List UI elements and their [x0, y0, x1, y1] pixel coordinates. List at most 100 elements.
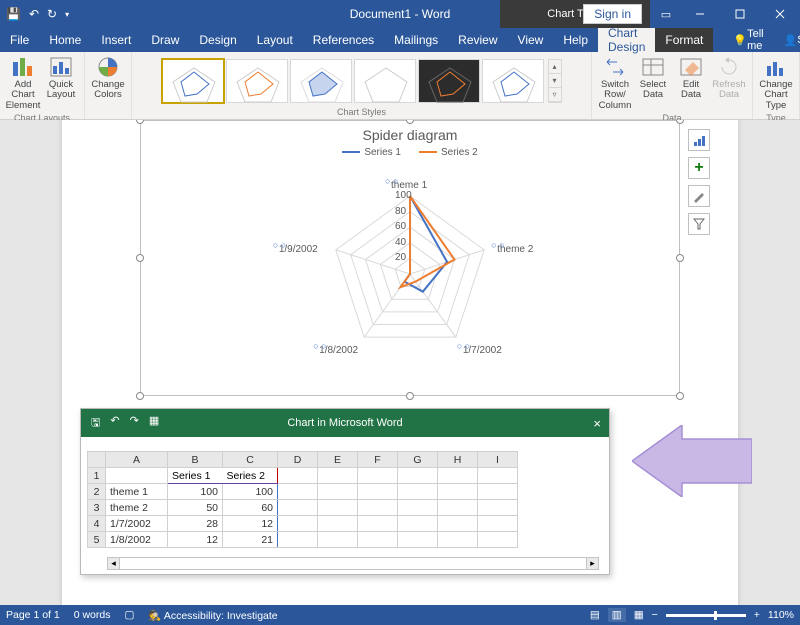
cell[interactable]: [318, 532, 358, 548]
cell[interactable]: theme 2: [106, 500, 168, 516]
zoom-slider[interactable]: [666, 614, 746, 617]
view-print-icon[interactable]: ▥: [608, 608, 626, 622]
datasheet-scrollbar[interactable]: ◂ ▸: [107, 557, 599, 570]
view-web-icon[interactable]: ▦: [634, 609, 644, 621]
datalabel-handle[interactable]: ○ ○: [385, 176, 398, 186]
cell[interactable]: 28: [168, 516, 223, 532]
chart-filter-button[interactable]: [688, 213, 710, 235]
cell[interactable]: [438, 484, 478, 500]
cell[interactable]: [278, 516, 318, 532]
chart-filters-button[interactable]: [688, 185, 710, 207]
cell[interactable]: 21: [223, 532, 278, 548]
cell[interactable]: [318, 516, 358, 532]
tab-insert[interactable]: Insert: [91, 28, 141, 52]
tab-draw[interactable]: Draw: [141, 28, 189, 52]
datalabel-handle[interactable]: ○ ○: [273, 240, 286, 250]
col-header[interactable]: C: [223, 452, 278, 468]
page-indicator[interactable]: Page 1 of 1: [6, 609, 60, 621]
qat-dropdown-icon[interactable]: ▾: [65, 10, 69, 19]
col-header[interactable]: G: [398, 452, 438, 468]
style-thumb-2[interactable]: [226, 59, 288, 103]
datalabel-handle[interactable]: ○ ○: [457, 341, 470, 351]
cell[interactable]: [358, 532, 398, 548]
proofing-icon[interactable]: ▢: [124, 609, 134, 621]
cell[interactable]: [398, 500, 438, 516]
cell[interactable]: [438, 532, 478, 548]
cell[interactable]: 50: [168, 500, 223, 516]
row-header[interactable]: 5: [88, 532, 106, 548]
col-header[interactable]: D: [278, 452, 318, 468]
tab-mailings[interactable]: Mailings: [384, 28, 448, 52]
cell[interactable]: [358, 516, 398, 532]
cell[interactable]: [398, 516, 438, 532]
cell[interactable]: [318, 484, 358, 500]
signin-button[interactable]: Sign in: [583, 4, 642, 24]
chart-styles-button[interactable]: +: [688, 157, 710, 179]
maximize-button[interactable]: [720, 0, 760, 28]
row-header[interactable]: 4: [88, 516, 106, 532]
cell[interactable]: 100: [223, 484, 278, 500]
ribbon-options-icon[interactable]: ▭: [652, 8, 680, 21]
ds-redo-icon[interactable]: ↷: [130, 414, 139, 433]
cell[interactable]: 12: [223, 516, 278, 532]
cell[interactable]: 1/8/2002: [106, 532, 168, 548]
cell[interactable]: [478, 532, 518, 548]
style-thumb-3[interactable]: [290, 59, 352, 103]
row-header[interactable]: 2: [88, 484, 106, 500]
cell[interactable]: 1/7/2002: [106, 516, 168, 532]
cell[interactable]: [318, 500, 358, 516]
undo-icon[interactable]: ↶: [29, 7, 39, 21]
cell[interactable]: Series 1: [168, 468, 223, 484]
word-count[interactable]: 0 words: [74, 609, 111, 621]
cell[interactable]: [438, 516, 478, 532]
col-header[interactable]: F: [358, 452, 398, 468]
chart-elements-button[interactable]: [688, 129, 710, 151]
tab-layout[interactable]: Layout: [247, 28, 303, 52]
ds-save-icon[interactable]: 🖫: [91, 414, 100, 433]
redo-icon[interactable]: ↻: [47, 7, 57, 21]
share-button[interactable]: 👤 Share: [774, 28, 800, 52]
col-header[interactable]: A: [106, 452, 168, 468]
cell[interactable]: [278, 532, 318, 548]
add-chart-element-button[interactable]: Add Chart Element: [4, 54, 42, 113]
style-thumb-4[interactable]: [354, 59, 416, 103]
view-read-icon[interactable]: ▤: [590, 609, 600, 621]
quick-layout-button[interactable]: Quick Layout: [42, 54, 80, 103]
minimize-button[interactable]: [680, 0, 720, 28]
tab-view[interactable]: View: [508, 28, 554, 52]
row-header[interactable]: 3: [88, 500, 106, 516]
datasheet-titlebar[interactable]: 🖫 ↶ ↷ ▦ Chart in Microsoft Word ×: [81, 409, 609, 437]
cell[interactable]: 60: [223, 500, 278, 516]
ds-excel-icon[interactable]: ▦: [149, 414, 159, 433]
cell[interactable]: Series 2: [223, 468, 278, 484]
tab-references[interactable]: References: [303, 28, 384, 52]
cell[interactable]: [478, 516, 518, 532]
change-colors-button[interactable]: Change Colors: [89, 54, 127, 103]
cell[interactable]: [398, 532, 438, 548]
col-header[interactable]: B: [168, 452, 223, 468]
datasheet-close-button[interactable]: ×: [593, 416, 601, 431]
cell[interactable]: [478, 500, 518, 516]
tab-file[interactable]: File: [0, 28, 39, 52]
tab-review[interactable]: Review: [448, 28, 507, 52]
chart-styles-gallery[interactable]: ▴▾▿: [162, 59, 562, 103]
col-header[interactable]: H: [438, 452, 478, 468]
cell[interactable]: 100: [168, 484, 223, 500]
chart-legend[interactable]: Series 1 Series 2: [141, 143, 679, 162]
row-header[interactable]: 1: [88, 468, 106, 484]
zoom-out-button[interactable]: −: [652, 609, 658, 621]
datalabel-handle[interactable]: ○ ○: [491, 240, 504, 250]
tab-format[interactable]: Format: [655, 28, 713, 52]
tell-me[interactable]: 💡 Tell me: [723, 28, 773, 52]
tab-design[interactable]: Design: [189, 28, 246, 52]
cell[interactable]: [438, 500, 478, 516]
accessibility-status[interactable]: 🕵 Accessibility: Investigate: [148, 609, 277, 622]
tab-chart-design[interactable]: Chart Design: [598, 28, 655, 52]
ds-undo-icon[interactable]: ↶: [110, 414, 119, 433]
tab-home[interactable]: Home: [39, 28, 91, 52]
scroll-left-icon[interactable]: ◂: [108, 558, 120, 569]
col-header[interactable]: I: [478, 452, 518, 468]
style-thumb-6[interactable]: [482, 59, 544, 103]
zoom-in-button[interactable]: +: [754, 609, 760, 621]
close-button[interactable]: [760, 0, 800, 28]
